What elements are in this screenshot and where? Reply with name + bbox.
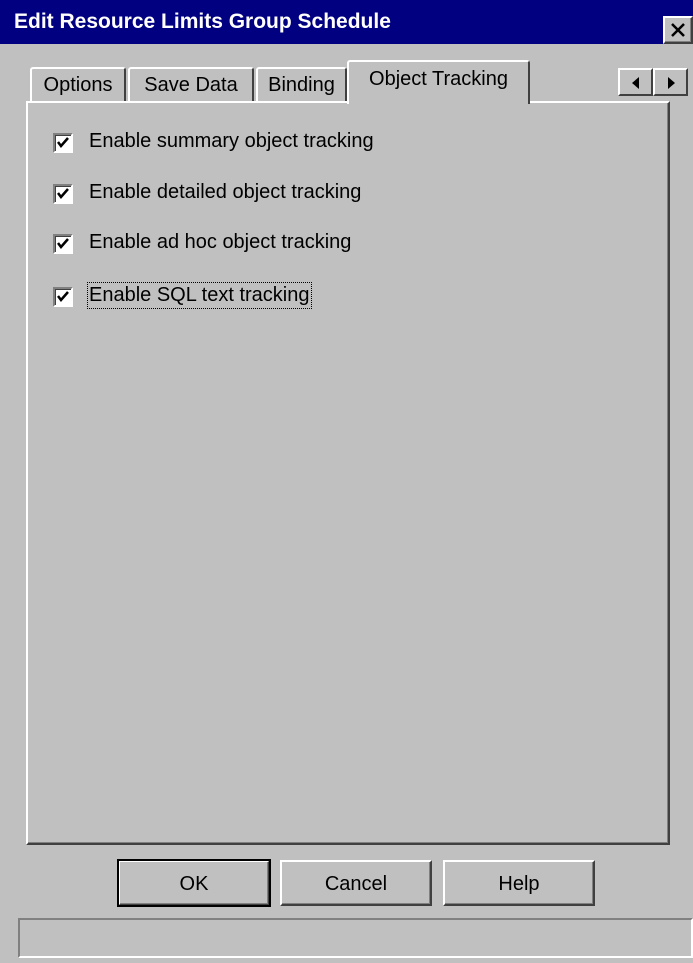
checkbox-box[interactable] [53,184,73,204]
tab-binding[interactable]: Binding [256,67,347,101]
close-button[interactable] [663,16,693,44]
ok-button[interactable]: OK [117,859,271,907]
checkbox-box[interactable] [53,287,73,307]
checkbox-box[interactable] [53,133,73,153]
close-icon [671,23,685,37]
tab-object-tracking-label: Object Tracking [369,68,508,90]
help-button[interactable]: Help [443,860,595,906]
tab-object-tracking[interactable]: Object Tracking [347,60,530,104]
checkbox-label: Enable summary object tracking [89,130,374,152]
tab-options-label: Options [43,74,113,96]
tab-scroll-right-button[interactable] [653,68,688,96]
checkmark-icon [57,137,69,148]
tab-scroll-left-button[interactable] [618,68,653,96]
window-title: Edit Resource Limits Group Schedule [14,10,391,33]
arrow-right-icon [668,77,675,89]
checkbox-box[interactable] [53,234,73,254]
checkbox-label: Enable SQL text tracking [87,282,312,309]
checkbox-label: Enable ad hoc object tracking [89,231,352,253]
tab-scroll-arrows [618,68,688,96]
status-bar [18,918,693,958]
arrow-left-icon [632,77,639,89]
tab-binding-label: Binding [268,74,335,96]
tab-save-data-label: Save Data [144,74,238,96]
checkmark-icon [57,238,69,249]
checkmark-icon [57,188,69,199]
title-bar: Edit Resource Limits Group Schedule [0,0,693,44]
tab-options[interactable]: Options [30,67,126,101]
checkbox-label: Enable detailed object tracking [89,181,362,203]
help-button-label: Help [498,873,540,895]
checkmark-icon [57,291,69,302]
tab-save-data[interactable]: Save Data [128,67,254,101]
ok-button-label: OK [179,873,209,895]
tab-panel-object-tracking [26,101,670,845]
cancel-button[interactable]: Cancel [280,860,432,906]
cancel-button-label: Cancel [324,873,388,895]
